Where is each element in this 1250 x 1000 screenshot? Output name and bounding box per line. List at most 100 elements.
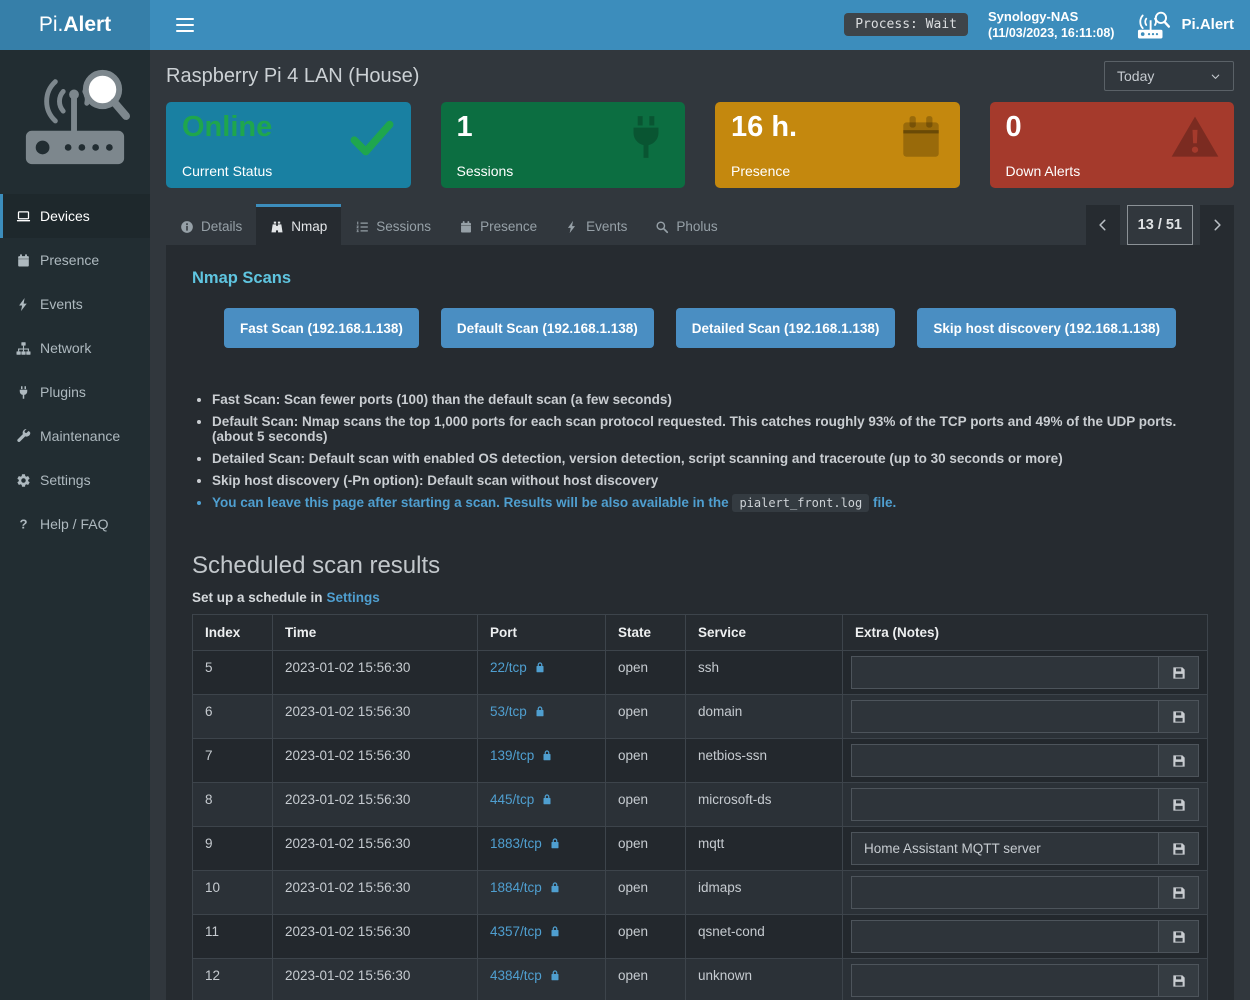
topbar: Pi.Alert Process: Wait Synology-NAS (11/…: [0, 0, 1250, 50]
cell-service: domain: [686, 695, 843, 739]
note-input[interactable]: [852, 701, 1158, 732]
period-select[interactable]: Today: [1104, 61, 1234, 91]
detailed-scan-button[interactable]: Detailed Scan (192.168.1.138): [676, 308, 896, 348]
cell-extra: [843, 915, 1208, 959]
note-input[interactable]: [852, 745, 1158, 776]
nmap-scans-heading: Nmap Scans: [192, 269, 1208, 288]
cell-state: open: [606, 827, 686, 871]
cell-index: 5: [193, 651, 273, 695]
note-input[interactable]: [852, 921, 1158, 952]
save-note-button[interactable]: [1158, 701, 1198, 732]
cell-service: unknown: [686, 959, 843, 1000]
page-title: Raspberry Pi 4 LAN (House): [166, 65, 419, 88]
sidebar-item-help-faq[interactable]: ?Help / FAQ: [0, 502, 150, 546]
cell-port: 1884/tcp: [478, 871, 606, 915]
sidebar-nav: Devices Presence Events Network PluginsMaint…: [0, 194, 150, 546]
floppy-save-icon: [1171, 841, 1187, 857]
info-icon: [180, 220, 194, 234]
note-field-group: [851, 920, 1199, 953]
save-note-button[interactable]: [1158, 833, 1198, 864]
lock-icon: [534, 705, 546, 718]
sidebar-item-plugins[interactable]: Plugins: [0, 370, 150, 414]
tab-events[interactable]: Events: [551, 204, 641, 245]
cell-state: open: [606, 783, 686, 827]
sidebar-item-devices[interactable]: Devices: [0, 194, 150, 238]
tab-nmap[interactable]: Nmap: [256, 204, 341, 245]
card-label: Down Alerts: [1006, 163, 1219, 179]
brand-logo[interactable]: Pi.Alert: [0, 0, 150, 50]
table-row: 62023-01-02 15:56:3053/tcpopendomain: [193, 695, 1208, 739]
note-input[interactable]: [852, 657, 1158, 688]
save-note-button[interactable]: [1158, 965, 1198, 996]
sidebar-item-events[interactable]: Events: [0, 282, 150, 326]
save-note-button[interactable]: [1158, 877, 1198, 908]
save-note-button[interactable]: [1158, 745, 1198, 776]
default-scan-button[interactable]: Default Scan (192.168.1.138): [441, 308, 654, 348]
save-note-button[interactable]: [1158, 657, 1198, 688]
note-input[interactable]: [852, 965, 1158, 996]
scan-descriptions: Fast Scan: Scan fewer ports (100) than t…: [192, 392, 1208, 510]
sidebar-item-network[interactable]: Network: [0, 326, 150, 370]
cell-time: 2023-01-02 15:56:30: [273, 651, 478, 695]
table-row: 122023-01-02 15:56:304384/tcpopenunknown: [193, 959, 1208, 1000]
save-note-button[interactable]: [1158, 921, 1198, 952]
save-note-button[interactable]: [1158, 789, 1198, 820]
card-label: Sessions: [457, 163, 670, 179]
note-field-group: [851, 832, 1199, 865]
sidebar-item-settings[interactable]: Settings: [0, 458, 150, 502]
cell-state: open: [606, 959, 686, 1000]
cell-time: 2023-01-02 15:56:30: [273, 783, 478, 827]
calendar-icon: [16, 253, 31, 268]
note-input[interactable]: [852, 877, 1158, 908]
cell-extra: [843, 695, 1208, 739]
port-link[interactable]: 4357/tcp: [490, 924, 542, 939]
tab-pholus[interactable]: Pholus: [641, 204, 731, 245]
tab-presence[interactable]: Presence: [445, 204, 551, 245]
menu-toggle-button[interactable]: [172, 12, 198, 39]
port-link[interactable]: 4384/tcp: [490, 968, 542, 983]
tab-sessions[interactable]: Sessions: [341, 204, 445, 245]
warning-icon: [1170, 112, 1220, 162]
port-link[interactable]: 139/tcp: [490, 748, 534, 763]
svg-text:?: ?: [19, 517, 27, 532]
next-page-button[interactable]: [1200, 205, 1234, 245]
app-name: Pi.Alert: [1181, 16, 1234, 33]
scan-description-item: Skip host discovery (-Pn option): Defaul…: [212, 473, 1208, 488]
prev-page-button[interactable]: [1086, 205, 1120, 245]
cell-index: 10: [193, 871, 273, 915]
question-icon: ?: [16, 517, 31, 532]
sidebar-item-label: Settings: [40, 472, 91, 488]
port-link[interactable]: 1883/tcp: [490, 836, 542, 851]
sidebar-item-maintenance[interactable]: Maintenance: [0, 414, 150, 458]
status-card-sessions: 1Sessions: [441, 102, 686, 188]
port-link[interactable]: 445/tcp: [490, 792, 534, 807]
note-input[interactable]: [852, 789, 1158, 820]
cell-time: 2023-01-02 15:56:30: [273, 695, 478, 739]
tab-details[interactable]: Details: [166, 204, 256, 245]
note-input[interactable]: [852, 833, 1158, 864]
port-link[interactable]: 22/tcp: [490, 660, 527, 675]
cell-port: 4384/tcp: [478, 959, 606, 1000]
lock-icon: [541, 749, 553, 762]
settings-link[interactable]: Settings: [327, 590, 380, 605]
sidebar-item-presence[interactable]: Presence: [0, 238, 150, 282]
floppy-save-icon: [1171, 797, 1187, 813]
cell-state: open: [606, 739, 686, 783]
chevron-right-icon: [1210, 218, 1224, 232]
note-field-group: [851, 964, 1199, 997]
fast-scan-button[interactable]: Fast Scan (192.168.1.138): [224, 308, 419, 348]
sidebar-item-label: Presence: [40, 252, 99, 268]
schedule-subtitle-text: Set up a schedule in: [192, 590, 323, 605]
sidebar-item-label: Network: [40, 340, 91, 356]
port-link[interactable]: 1884/tcp: [490, 880, 542, 895]
floppy-save-icon: [1171, 665, 1187, 681]
calendar-icon: [896, 112, 946, 162]
gear-icon: [16, 473, 31, 488]
tab-label: Sessions: [376, 219, 431, 234]
skip-host-discovery-button[interactable]: Skip host discovery (192.168.1.138): [917, 308, 1176, 348]
cell-service: idmaps: [686, 871, 843, 915]
port-link[interactable]: 53/tcp: [490, 704, 527, 719]
cell-index: 9: [193, 827, 273, 871]
search-icon: [655, 220, 669, 234]
cell-time: 2023-01-02 15:56:30: [273, 959, 478, 1000]
